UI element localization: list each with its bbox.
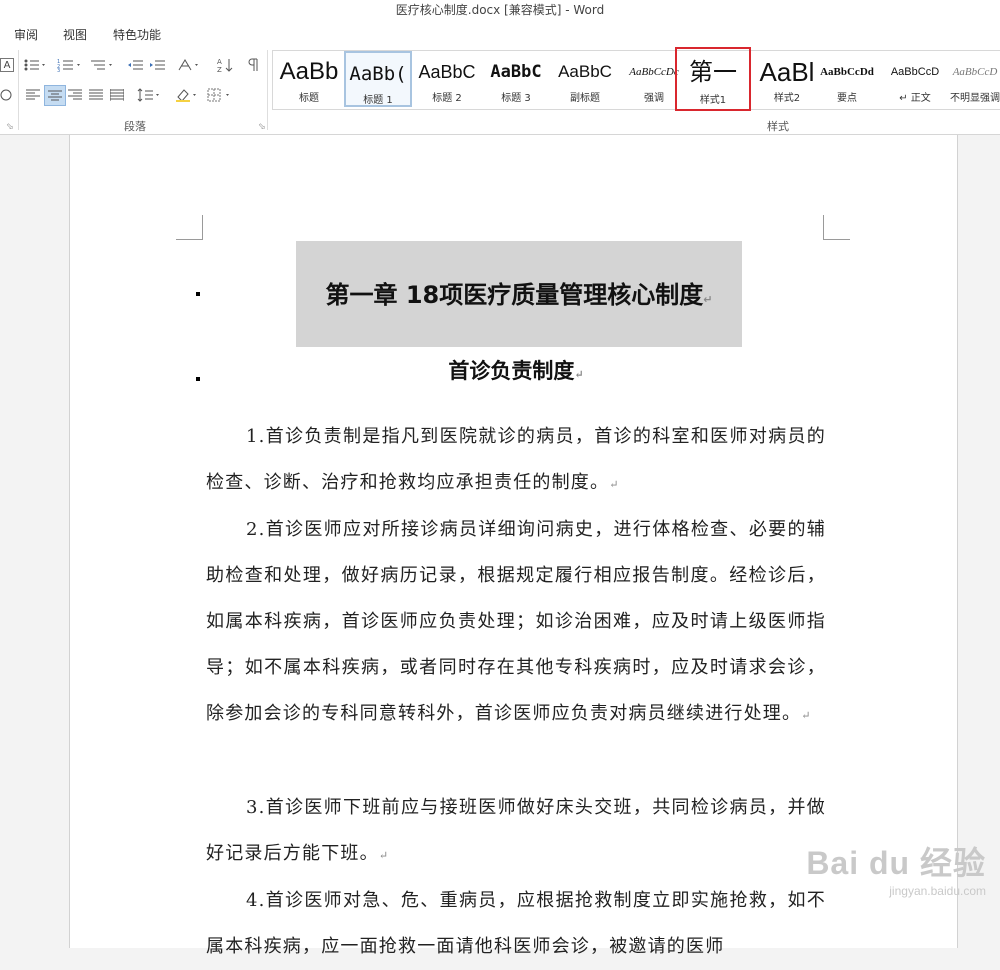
align-right-button[interactable] — [66, 86, 84, 104]
paragraph-bullet-mark — [196, 377, 200, 381]
style-normal[interactable]: AaBbCcD ↵ 正文 — [881, 51, 949, 107]
watermark-logo: Bai du 经验 jingyan.baidu.com — [806, 838, 986, 898]
style-preview: AaBb( — [349, 63, 407, 85]
window-title: 医疗核心制度.docx [兼容模式] - Word — [0, 0, 1000, 20]
styles-group-label: 样式 — [767, 120, 789, 133]
style-title[interactable]: AaBb 标题 — [275, 51, 343, 107]
style-preview: AaBbC — [418, 62, 476, 82]
distributed-align-button[interactable] — [108, 86, 126, 104]
style-name: 样式1 — [699, 95, 727, 106]
decrease-indent-button[interactable] — [126, 56, 144, 74]
margin-corner-mark — [823, 215, 850, 240]
style-strong[interactable]: AaBbCcDd 要点 — [813, 51, 881, 107]
increase-indent-button[interactable] — [148, 56, 166, 74]
watermark-url: jingyan.baidu.com — [889, 884, 986, 898]
document-page[interactable]: 第一章 18项医疗质量管理核心制度↵ 首诊负责制度↵ 1.首诊负责制是指凡到医院… — [69, 135, 958, 957]
group-separator — [18, 50, 19, 130]
body-paragraph[interactable]: 1.首诊负责制是指凡到医院就诊的病员，首诊的科室和医师对病员的检查、诊断、治疗和… — [206, 414, 826, 508]
style-custom-2[interactable]: AaBl 样式2 — [753, 51, 821, 107]
line-spacing-button[interactable] — [136, 86, 162, 104]
svg-text:3: 3 — [57, 68, 60, 72]
justify-button[interactable] — [87, 86, 105, 104]
ribbon-tabs: 审阅 视图 特色功能 — [0, 20, 1000, 44]
group-separator — [267, 50, 268, 130]
tab-review[interactable]: 审阅 — [14, 26, 38, 43]
style-heading-3[interactable]: AaBbC 标题 3 — [482, 51, 550, 107]
section-title[interactable]: 首诊负责制度↵ — [206, 355, 826, 385]
watermark-brand: Bai du 经验 — [806, 845, 986, 881]
align-center-button[interactable] — [44, 85, 66, 106]
svg-text:Z: Z — [217, 66, 222, 73]
style-preview: AaBbCcD — [890, 66, 940, 78]
style-subtle-emphasis[interactable]: AaBbCcD 不明显强调 — [949, 51, 1000, 107]
borders-button[interactable] — [206, 86, 234, 104]
svg-text:A: A — [217, 58, 222, 66]
style-preview: AaBl — [759, 57, 815, 87]
paragraph-dialog-launcher-icon[interactable]: ⬂ — [258, 122, 266, 132]
asian-layout-button[interactable] — [176, 56, 204, 74]
style-name: 标题 3 — [501, 93, 531, 104]
style-name: ↵ 正文 — [899, 93, 931, 104]
bullets-button[interactable] — [22, 56, 48, 74]
style-name: 标题 2 — [432, 93, 462, 104]
ribbon: A 123 AZ ⬂ 段落 ⬂ AaBb 标题 AaBb(标题 1 AaBbC… — [0, 44, 1000, 135]
tab-view[interactable]: 视图 — [63, 26, 87, 43]
style-preview: AaBbC — [558, 62, 612, 81]
body-paragraph[interactable]: 4.首诊医师对急、危、重病员，应根据抢救制度立即实施抢救，如不属本科疾病，应一面… — [206, 878, 826, 970]
style-name: 要点 — [837, 93, 857, 104]
paragraph-group-label: 段落 — [124, 120, 146, 133]
text-box-icon[interactable]: A — [0, 58, 14, 72]
style-custom-1[interactable]: 第一 样式1 — [675, 47, 751, 111]
chapter-title[interactable]: 第一章 18项医疗质量管理核心制度↵ — [296, 275, 742, 310]
chinese-layout-icon[interactable] — [0, 86, 12, 104]
style-preview: AaBbCcDd — [820, 66, 874, 78]
style-heading-1[interactable]: AaBb( 标题 1 — [344, 51, 412, 107]
style-name: 副标题 — [570, 93, 600, 104]
multilevel-list-button[interactable] — [88, 56, 116, 74]
style-heading-2[interactable]: AaBbC 标题 2 — [413, 51, 481, 107]
style-preview: AaBb — [279, 58, 339, 85]
style-name: 不明显强调 — [950, 93, 1000, 104]
paragraph-bullet-mark — [196, 292, 200, 296]
style-preview: AaBbC — [490, 62, 542, 82]
style-name: 标题 — [299, 93, 319, 104]
styles-gallery: AaBb 标题 AaBb( 标题 1 AaBbC 标题 2 AaBbC 标题 3… — [272, 47, 1000, 111]
style-name: 标题 1 — [363, 95, 393, 106]
tab-special-features[interactable]: 特色功能 — [113, 26, 161, 43]
body-paragraph[interactable]: 2.首诊医师应对所接诊病员详细询问病史，进行体格检查、必要的辅助检查和处理，做好… — [206, 507, 826, 739]
margin-corner-mark — [176, 215, 203, 240]
style-name: 样式2 — [773, 93, 801, 104]
font-dialog-launcher-icon[interactable]: ⬂ — [6, 122, 14, 132]
style-subtitle[interactable]: AaBbC 副标题 — [551, 51, 619, 107]
numbering-button[interactable]: 123 — [56, 56, 84, 74]
sort-button[interactable]: AZ — [216, 56, 234, 74]
show-hide-marks-icon[interactable] — [246, 56, 260, 74]
align-left-button[interactable] — [24, 86, 42, 104]
style-preview: AaBbCcD — [952, 66, 998, 78]
style-preview: 第一 — [689, 58, 737, 86]
shading-button[interactable] — [174, 86, 200, 104]
body-paragraph[interactable]: 3.首诊医师下班前应与接班医师做好床头交班，共同检诊病员，并做好记录后方能下班。… — [206, 785, 826, 879]
